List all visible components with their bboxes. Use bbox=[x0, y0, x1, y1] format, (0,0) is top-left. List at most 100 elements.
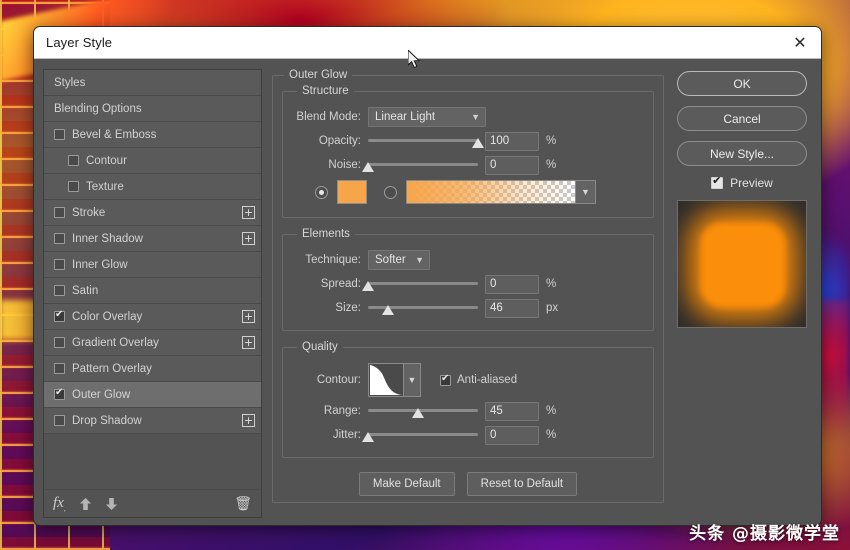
range-slider[interactable] bbox=[368, 401, 478, 421]
spread-slider[interactable] bbox=[362, 274, 478, 294]
jitter-label: Jitter: bbox=[332, 429, 361, 441]
noise-input[interactable] bbox=[485, 155, 539, 175]
noise-slider-track bbox=[368, 163, 478, 166]
reset-to-default-button[interactable]: Reset to Default bbox=[466, 472, 578, 496]
range-row: Range: % bbox=[295, 399, 641, 423]
style-item-checkbox[interactable] bbox=[54, 207, 65, 218]
size-row: Size: px bbox=[295, 296, 641, 320]
styles-panel: Styles Blending Options Bevel & Emboss Cont… bbox=[43, 69, 262, 518]
style-list-item-bevel-emboss[interactable]: Bevel & Emboss bbox=[44, 122, 261, 148]
make-default-button[interactable]: Make Default bbox=[358, 472, 455, 496]
opacity-input[interactable] bbox=[485, 131, 539, 151]
jitter-input[interactable] bbox=[485, 425, 539, 445]
style-item-checkbox[interactable] bbox=[54, 285, 65, 296]
add-effect-instance-icon[interactable]: + bbox=[242, 310, 255, 323]
noise-unit: % bbox=[546, 159, 557, 171]
fx-icon[interactable]: fx, bbox=[53, 495, 66, 513]
style-list-item-inner-shadow[interactable]: Inner Shadow + bbox=[44, 226, 261, 252]
size-slider-knob[interactable] bbox=[381, 305, 394, 315]
arrow-up-icon[interactable] bbox=[79, 497, 92, 511]
technique-label: Technique: bbox=[305, 254, 361, 266]
jitter-slider-knob[interactable] bbox=[362, 432, 374, 442]
preview-toggle[interactable]: Preview bbox=[711, 174, 773, 190]
jitter-slider[interactable] bbox=[362, 425, 478, 445]
jitter-unit: % bbox=[546, 429, 557, 441]
new-style-button[interactable]: New Style... bbox=[677, 141, 807, 166]
noise-row: Noise: % bbox=[295, 153, 641, 177]
dialog-titlebar: Layer Style ✕ bbox=[34, 27, 821, 59]
anti-aliased-control[interactable]: Anti-aliased bbox=[440, 373, 518, 386]
spread-slider-knob[interactable] bbox=[362, 281, 374, 291]
style-list-item-drop-shadow[interactable]: Drop Shadow + bbox=[44, 408, 261, 434]
noise-slider[interactable] bbox=[362, 155, 478, 175]
add-effect-instance-icon[interactable]: + bbox=[242, 232, 255, 245]
size-label: Size: bbox=[335, 302, 361, 314]
opacity-slider-knob[interactable] bbox=[472, 138, 484, 148]
preview-label: Preview bbox=[730, 176, 773, 190]
dialog-title: Layer Style bbox=[46, 35, 113, 50]
style-list-item-inner-glow[interactable]: Inner Glow bbox=[44, 252, 261, 278]
technique-select[interactable]: Softer bbox=[368, 250, 430, 270]
size-input[interactable] bbox=[485, 298, 539, 318]
style-item-checkbox[interactable] bbox=[54, 309, 65, 322]
quality-legend: Quality bbox=[302, 341, 338, 353]
style-list-item-stroke[interactable]: Stroke + bbox=[44, 200, 261, 226]
add-effect-instance-icon[interactable]: + bbox=[242, 414, 255, 427]
ok-button[interactable]: OK bbox=[677, 71, 807, 96]
range-input[interactable] bbox=[485, 401, 539, 421]
contour-chevron-down-icon[interactable]: ▼ bbox=[404, 363, 421, 397]
style-item-checkbox[interactable] bbox=[54, 415, 65, 426]
style-item-checkbox[interactable] bbox=[54, 387, 65, 400]
style-item-checkbox[interactable] bbox=[54, 129, 65, 140]
elements-legend: Elements bbox=[302, 228, 350, 240]
add-effect-instance-icon[interactable]: + bbox=[242, 336, 255, 349]
glow-gradient-picker[interactable]: ▼ bbox=[406, 180, 596, 204]
structure-group: Structure Blend Mode: Linear Light ▼ Opa… bbox=[282, 85, 654, 218]
contour-curve-icon[interactable] bbox=[368, 363, 404, 397]
contour-picker[interactable]: ▼ bbox=[368, 363, 421, 397]
style-list-item-blending-options[interactable]: Blending Options bbox=[44, 96, 261, 122]
anti-aliased-checkbox[interactable] bbox=[440, 373, 451, 386]
blend-mode-select[interactable]: Linear Light bbox=[368, 107, 486, 127]
style-item-checkbox[interactable] bbox=[54, 337, 65, 348]
opacity-slider-track bbox=[368, 139, 478, 142]
range-label: Range: bbox=[323, 405, 361, 417]
style-item-checkbox[interactable] bbox=[68, 155, 79, 166]
add-effect-instance-icon[interactable]: + bbox=[242, 206, 255, 219]
style-list-item-texture[interactable]: Texture bbox=[44, 174, 261, 200]
contour-label: Contour: bbox=[316, 374, 361, 386]
spread-input[interactable] bbox=[485, 274, 539, 294]
size-slider[interactable] bbox=[368, 298, 478, 318]
style-item-checkbox[interactable] bbox=[54, 363, 65, 374]
style-list-item-outer-glow[interactable]: Outer Glow bbox=[44, 382, 261, 408]
dialog-body: Styles Blending Options Bevel & Emboss Cont… bbox=[34, 59, 821, 525]
fill-color-radio[interactable] bbox=[315, 185, 328, 199]
style-item-checkbox[interactable] bbox=[68, 181, 79, 192]
gradient-chevron-down-icon[interactable]: ▼ bbox=[575, 181, 595, 203]
trash-icon[interactable]: 🗑 bbox=[234, 496, 252, 512]
cancel-button[interactable]: Cancel bbox=[677, 106, 807, 131]
preview-shape-core bbox=[705, 227, 781, 303]
arrow-down-icon[interactable] bbox=[105, 497, 118, 511]
close-icon[interactable]: ✕ bbox=[789, 32, 811, 54]
style-list-item-satin[interactable]: Satin bbox=[44, 278, 261, 304]
noise-slider-knob[interactable] bbox=[362, 162, 374, 172]
anti-aliased-label: Anti-aliased bbox=[457, 374, 518, 386]
styles-list: Styles Blending Options Bevel & Emboss Cont… bbox=[44, 70, 261, 434]
defaults-button-row: Make Default Reset to Default bbox=[282, 472, 654, 496]
fill-gradient-radio[interactable] bbox=[384, 185, 397, 199]
style-item-checkbox[interactable] bbox=[54, 233, 65, 244]
opacity-slider[interactable] bbox=[368, 131, 484, 151]
outer-glow-group: Outer Glow Structure Blend Mode: Linear … bbox=[272, 69, 664, 503]
range-slider-knob[interactable] bbox=[411, 408, 424, 418]
style-list-item-contour[interactable]: Contour bbox=[44, 148, 261, 174]
style-item-label: Stroke bbox=[72, 206, 106, 219]
preview-checkbox[interactable] bbox=[711, 174, 724, 189]
effect-preview-thumbnail bbox=[677, 200, 807, 328]
style-list-item-pattern-overlay[interactable]: Pattern Overlay bbox=[44, 356, 261, 382]
style-list-item-color-overlay[interactable]: Color Overlay + bbox=[44, 304, 261, 330]
style-list-item-gradient-overlay[interactable]: Gradient Overlay + bbox=[44, 330, 261, 356]
style-list-item-styles[interactable]: Styles bbox=[44, 70, 261, 96]
style-item-checkbox[interactable] bbox=[54, 259, 65, 270]
glow-color-swatch[interactable] bbox=[337, 180, 367, 204]
